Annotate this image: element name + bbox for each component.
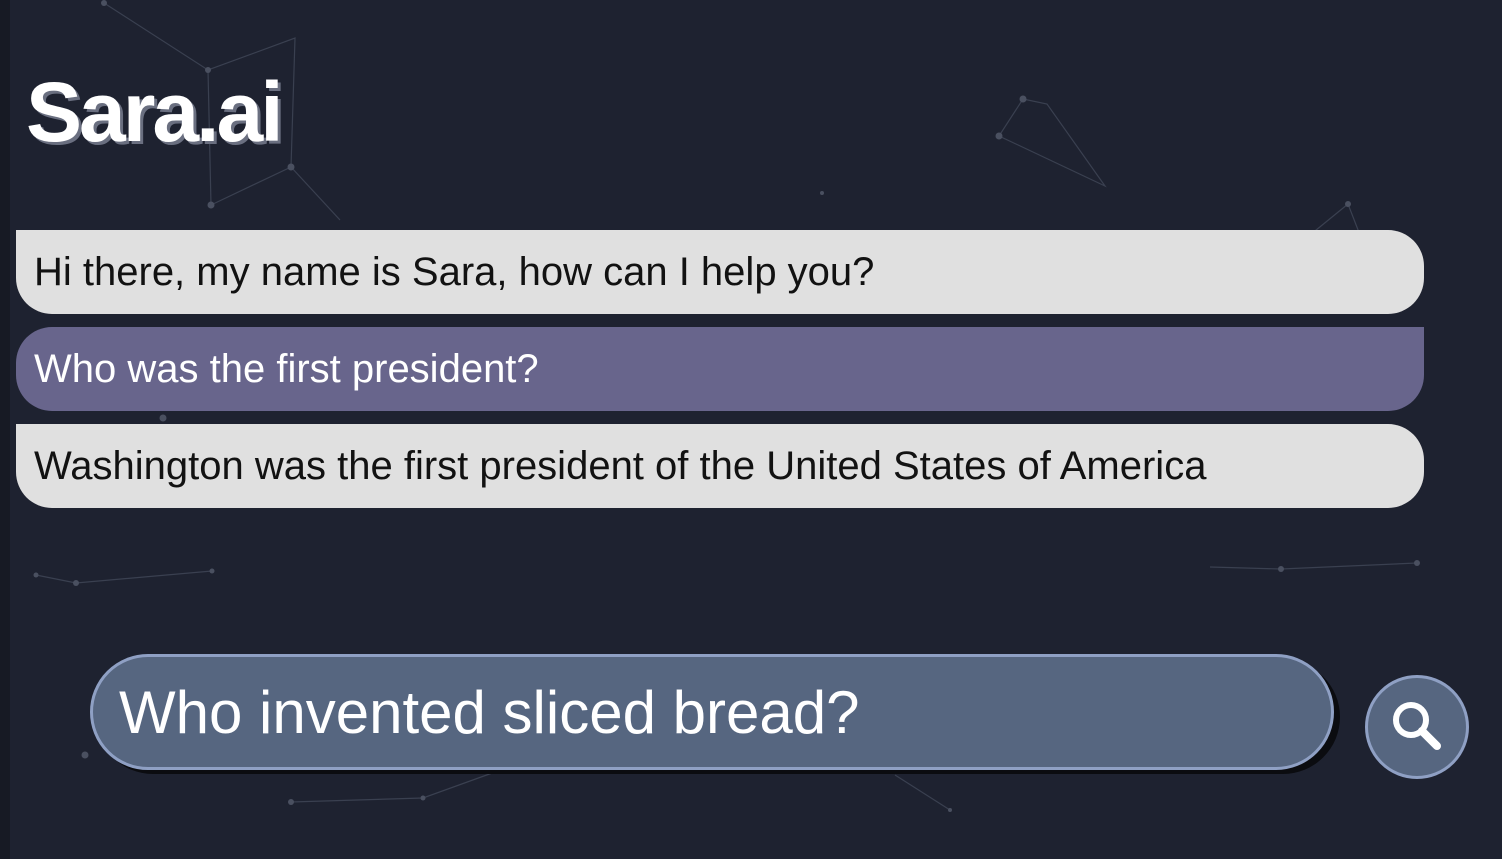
bot-message: Hi there, my name is Sara, how can I hel… xyxy=(16,230,1424,314)
bot-message: Washington was the first president of th… xyxy=(16,424,1424,508)
search-button[interactable] xyxy=(1365,675,1469,779)
chat-input[interactable] xyxy=(90,654,1334,770)
chat-app: Sara.ai Hi there, my name is Sara, how c… xyxy=(0,0,1502,859)
message-text: Who was the first president? xyxy=(34,346,539,391)
user-message: Who was the first president? xyxy=(16,327,1424,411)
message-text: Hi there, my name is Sara, how can I hel… xyxy=(34,249,875,294)
search-icon xyxy=(1393,702,1441,750)
message-text: Washington was the first president of th… xyxy=(34,443,1207,488)
app-logo: Sara.ai xyxy=(26,65,284,159)
